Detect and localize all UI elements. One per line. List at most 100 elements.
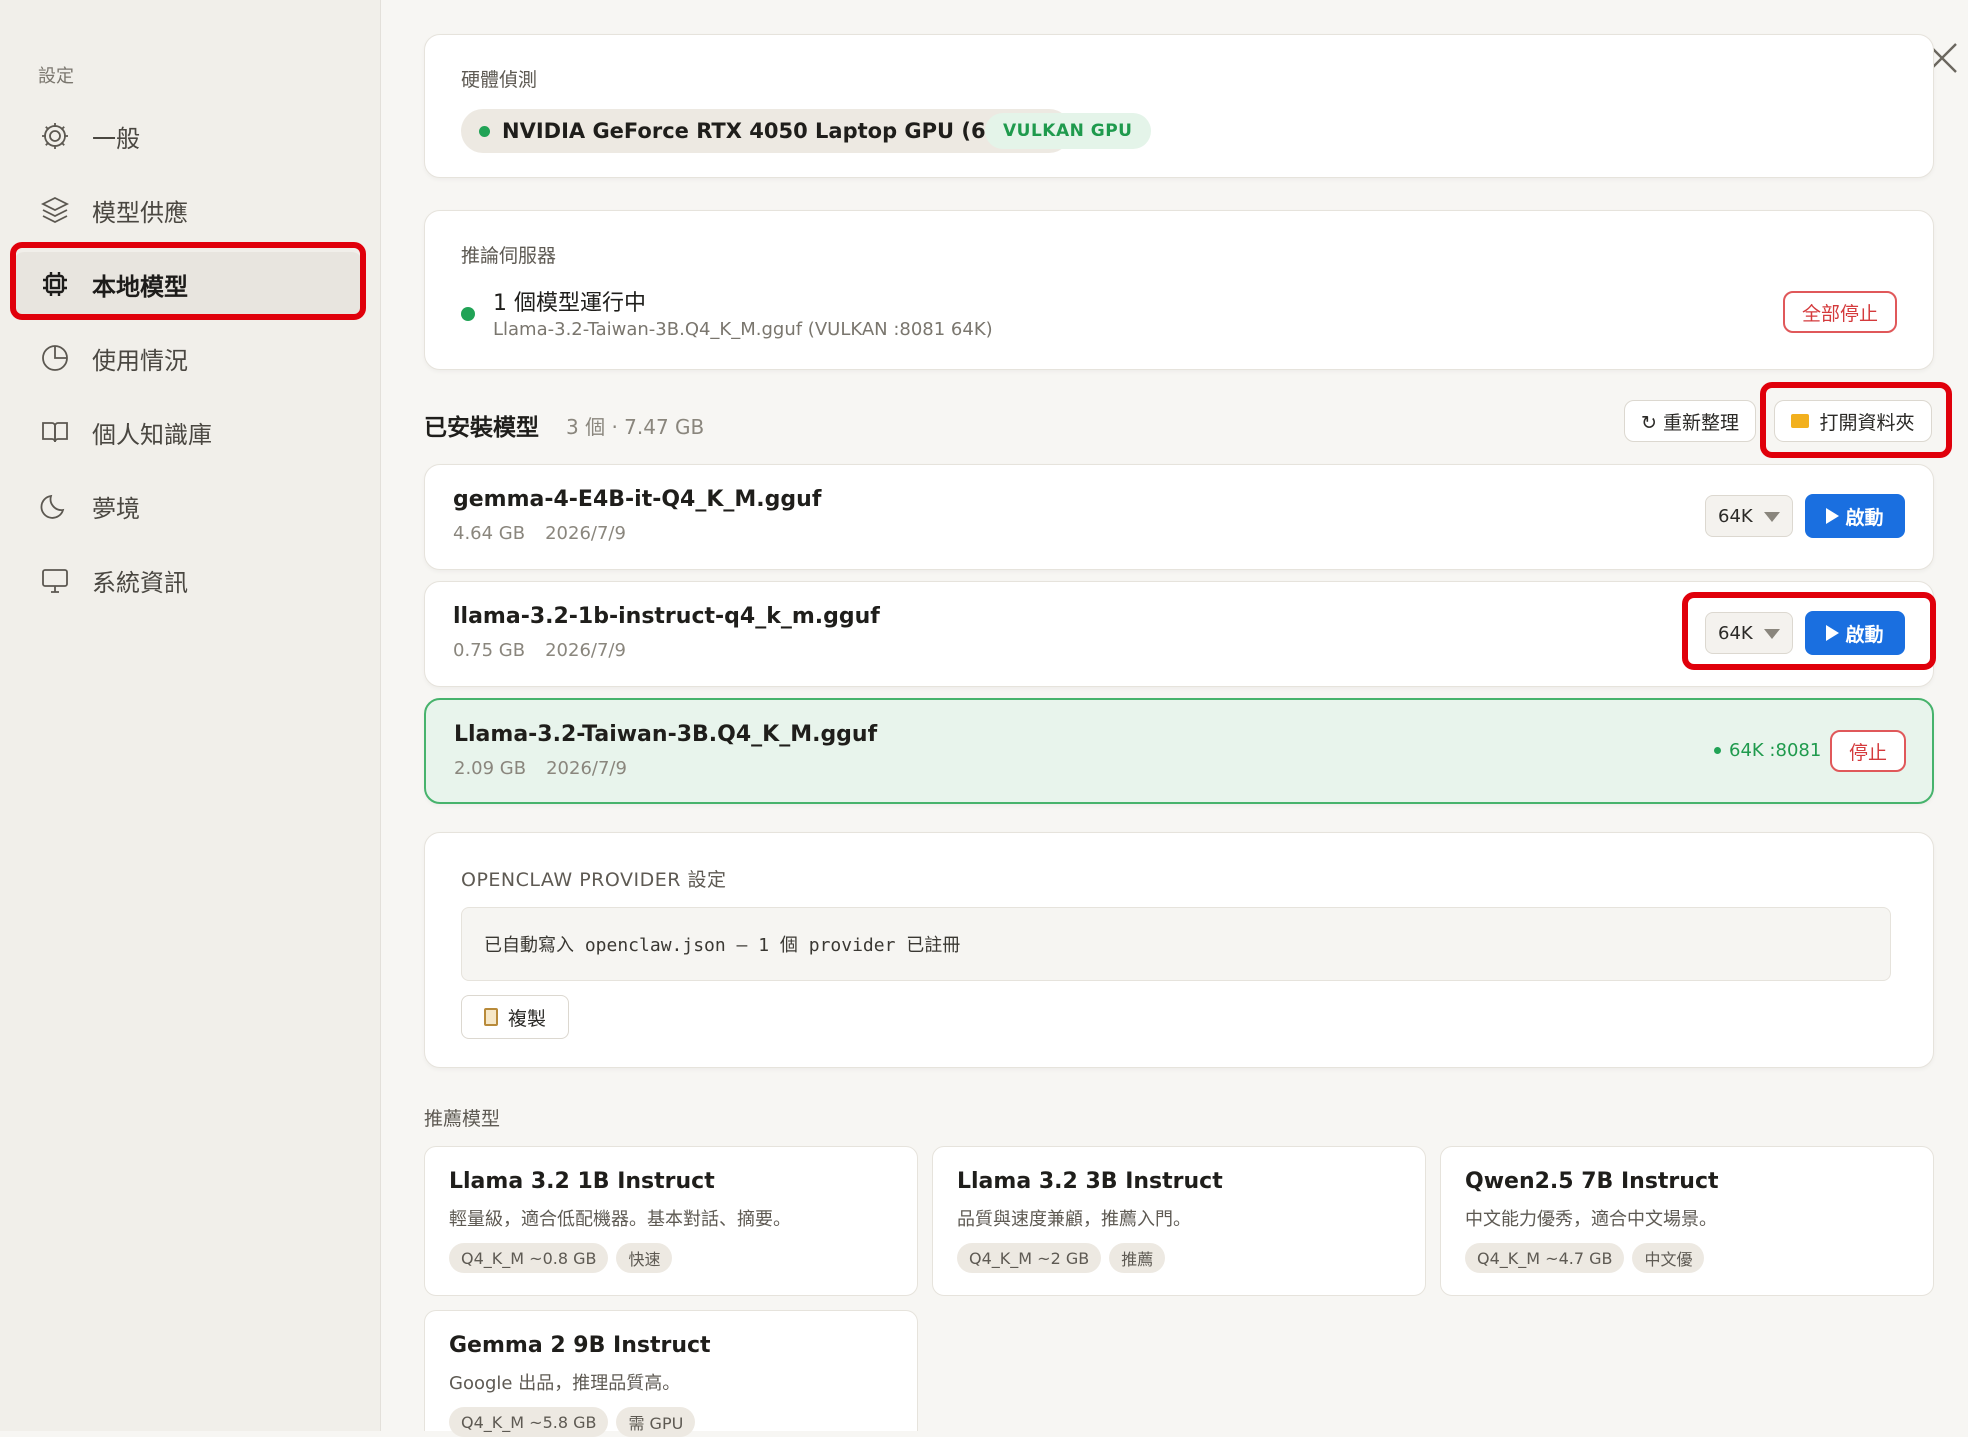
sidebar: 設定 一般 模型供應 本地模型 使用情況 個人知識庫 夢境 系統資訊 [0,0,381,1431]
sidebar-item-label: 系統資訊 [92,568,188,597]
play-icon [1826,508,1840,524]
recommended-card[interactable]: Llama 3.2 3B Instruct 品質與速度兼顧，推薦入門。 Q4_K… [932,1146,1426,1296]
copy-button[interactable]: 複製 [461,995,569,1039]
recommended-desc: 輕量級，適合低配機器。基本對話、摘要。 [449,1209,791,1230]
tag: 中文優 [1632,1243,1705,1273]
server-label: 推論伺服器 [461,245,557,267]
model-row: gemma-4-E4B-it-Q4_K_M.gguf 4.64 GB 2026/7… [424,464,1934,570]
clipboard-icon [483,1008,498,1026]
recommended-card[interactable]: Qwen2.5 7B Instruct 中文能力優秀，適合中文場景。 Q4_K_… [1440,1146,1934,1296]
sidebar-item-model-providers[interactable]: 模型供應 [14,178,362,242]
open-folder-label: 打開資料夾 [1819,411,1915,434]
sidebar-heading: 設定 [38,66,74,87]
sidebar-item-local-models[interactable]: 本地模型 [14,252,362,316]
tag-list: Q4_K_M ~2 GB 推薦 [957,1243,1173,1273]
sidebar-item-dreams[interactable]: 夢境 [14,474,362,538]
copy-label: 複製 [507,1007,546,1030]
tag-list: Q4_K_M ~0.8 GB 快速 [449,1243,680,1273]
pie-chart-icon [38,341,72,375]
recommended-title: Llama 3.2 3B Instruct [957,1169,1223,1194]
chevron-down-icon [1764,512,1780,522]
open-folder-button[interactable]: 打開資料夾 [1774,400,1932,442]
gpu-pill: NVIDIA GeForce RTX 4050 Laptop GPU (6.0G… [461,109,1072,153]
hardware-label: 硬體偵測 [461,69,538,91]
sidebar-item-usage[interactable]: 使用情況 [14,326,362,390]
chip-icon [38,267,72,301]
model-meta: 2.09 GB 2026/7/9 [454,758,627,779]
vulkan-badge: VULKAN GPU [985,113,1151,149]
sidebar-item-knowledge-base[interactable]: 個人知識庫 [14,400,362,464]
play-icon [1826,625,1840,641]
tag-list: Q4_K_M ~4.7 GB 中文優 [1465,1243,1712,1273]
start-button[interactable]: 啟動 [1805,494,1905,538]
tag: Q4_K_M ~5.8 GB [449,1407,609,1437]
model-date: 2026/7/9 [545,640,626,661]
provider-card: OPENCLAW PROVIDER 設定 已自動寫入 openclaw.json… [424,832,1934,1068]
server-status: 1 個模型運行中 [493,291,646,316]
tag: Q4_K_M ~0.8 GB [449,1243,609,1273]
chevron-down-icon [1764,629,1780,639]
folder-icon [1791,414,1810,428]
moon-icon [38,489,72,523]
start-label: 啟動 [1845,623,1884,646]
recommended-desc: Google 出品，推理品質高。 [449,1373,681,1394]
tag: 快速 [616,1243,673,1273]
model-name: gemma-4-E4B-it-Q4_K_M.gguf [453,487,822,512]
installed-models-title: 已安裝模型 [424,415,539,441]
sidebar-item-label: 夢境 [92,494,140,523]
hardware-card: 硬體偵測 NVIDIA GeForce RTX 4050 Laptop GPU … [424,34,1934,178]
model-size: 2.09 GB [454,758,527,779]
tag: 需 GPU [616,1407,696,1437]
tag: Q4_K_M ~2 GB [957,1243,1102,1273]
sidebar-item-label: 本地模型 [92,272,188,301]
tag-list: Q4_K_M ~5.8 GB 需 GPU [449,1407,703,1437]
model-row: llama-3.2-1b-instruct-q4_k_m.gguf 0.75 G… [424,581,1934,687]
context-size-value: 64K [1718,622,1753,644]
status-dot-icon [479,125,490,137]
sidebar-item-label: 個人知識庫 [92,420,212,449]
recommended-card[interactable]: Llama 3.2 1B Instruct 輕量級，適合低配機器。基本對話、摘要… [424,1146,918,1296]
sidebar-item-system-info[interactable]: 系統資訊 [14,548,362,612]
running-status-text: 64K :8081 [1729,740,1822,761]
status-dot-icon [1714,747,1721,754]
recommended-title: Gemma 2 9B Instruct [449,1333,711,1358]
start-button[interactable]: 啟動 [1805,611,1905,655]
model-meta: 0.75 GB 2026/7/9 [453,640,626,661]
tag: 推薦 [1109,1243,1166,1273]
recommended-label: 推薦模型 [424,1108,501,1130]
status-dot-icon [461,307,475,321]
provider-label: OPENCLAW PROVIDER 設定 [461,869,727,891]
recommended-title: Qwen2.5 7B Instruct [1465,1169,1719,1194]
stop-all-button[interactable]: 全部停止 [1783,291,1897,333]
server-detail: Llama-3.2-Taiwan-3B.Q4_K_M.gguf (VULKAN … [493,319,993,340]
inference-server-card: 推論伺服器 1 個模型運行中 Llama-3.2-Taiwan-3B.Q4_K_… [424,210,1934,370]
recommended-card[interactable]: Gemma 2 9B Instruct Google 出品，推理品質高。 Q4_… [424,1310,918,1437]
stop-button[interactable]: 停止 [1830,730,1906,772]
model-date: 2026/7/9 [546,758,627,779]
sidebar-item-label: 使用情況 [92,346,188,375]
recommended-title: Llama 3.2 1B Instruct [449,1169,715,1194]
sidebar-item-general[interactable]: 一般 [14,104,362,168]
sidebar-item-label: 模型供應 [92,198,188,227]
start-label: 啟動 [1845,506,1884,529]
model-name: llama-3.2-1b-instruct-q4_k_m.gguf [453,604,880,629]
model-size: 0.75 GB [453,640,526,661]
recommended-desc: 中文能力優秀，適合中文場景。 [1465,1209,1717,1230]
context-size-select[interactable]: 64K [1705,612,1793,654]
installed-models-meta: 3 個 · 7.47 GB [566,415,705,439]
provider-code: 已自動寫入 openclaw.json — 1 個 provider 已註冊 [461,907,1891,981]
layers-icon [38,193,72,227]
context-size-value: 64K [1718,505,1753,527]
monitor-icon [38,563,72,597]
model-size: 4.64 GB [453,523,526,544]
book-icon [38,415,72,449]
refresh-button[interactable]: ↻ 重新整理 [1624,400,1756,442]
sidebar-item-label: 一般 [92,124,140,153]
model-name: Llama-3.2-Taiwan-3B.Q4_K_M.gguf [454,722,878,747]
model-row-running: Llama-3.2-Taiwan-3B.Q4_K_M.gguf 2.09 GB 2… [424,698,1934,804]
gear-icon [38,119,72,153]
recommended-desc: 品質與速度兼顧，推薦入門。 [957,1209,1191,1230]
context-size-select[interactable]: 64K [1705,495,1793,537]
running-status: 64K :8081 [1714,740,1821,761]
tag: Q4_K_M ~4.7 GB [1465,1243,1625,1273]
